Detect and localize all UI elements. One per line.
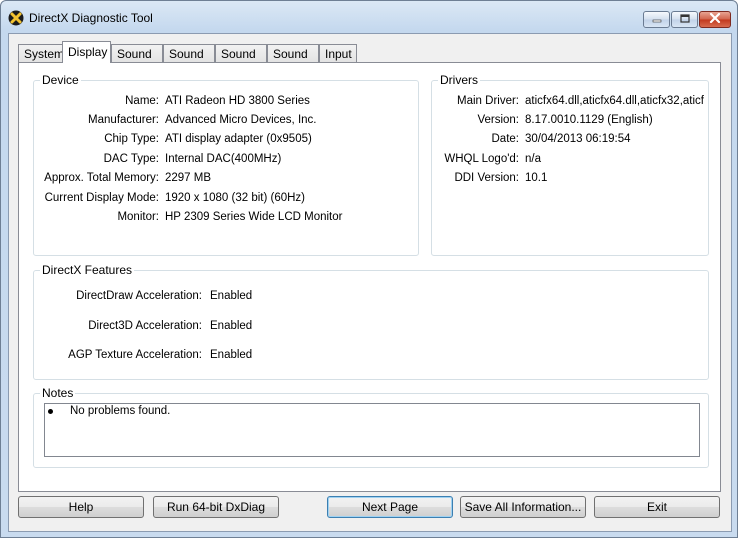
directdraw-row: DirectDraw Acceleration: Enabled xyxy=(34,288,634,304)
client-area: System Display Sound 1 Sound 2 Sound 3 S… xyxy=(8,33,732,532)
tab-input[interactable]: Input xyxy=(319,44,357,62)
features-group-title: DirectX Features xyxy=(40,263,135,277)
field-label: Manufacturer: xyxy=(88,114,159,126)
field-value: 30/04/2013 06:19:54 xyxy=(525,133,631,145)
tab-sound-2[interactable]: Sound 2 xyxy=(163,44,215,79)
save-all-information-button[interactable]: Save All Information... xyxy=(460,496,586,518)
field-label: Chip Type: xyxy=(104,133,159,145)
driver-date-row: Date: 30/04/2013 06:19:54 xyxy=(432,131,706,147)
field-value: HP 2309 Series Wide LCD Monitor xyxy=(165,211,343,223)
run-64bit-dxdiag-button[interactable]: Run 64-bit DxDiag xyxy=(153,496,279,518)
field-value: Enabled xyxy=(210,290,253,302)
bullet-icon xyxy=(48,409,53,414)
tab-sound-4[interactable]: Sound 4 xyxy=(267,44,319,79)
field-label: WHQL Logo'd: xyxy=(444,153,519,165)
title-bar[interactable]: DirectX Diagnostic Tool xyxy=(1,1,737,34)
drivers-group: Drivers Main Driver: aticfx64.dll,aticfx… xyxy=(431,73,709,256)
device-chip-type-row: Chip Type: ATI display adapter (0x9505) xyxy=(34,131,414,147)
device-dac-type-row: DAC Type: Internal DAC(400MHz) xyxy=(34,151,414,167)
field-label: Approx. Total Memory: xyxy=(44,172,159,184)
field-label: Name: xyxy=(125,95,159,107)
field-label: Main Driver: xyxy=(457,95,519,107)
next-page-button[interactable]: Next Page xyxy=(327,496,453,518)
device-monitor-row: Monitor: HP 2309 Series Wide LCD Monitor xyxy=(34,209,414,225)
display-tab-panel: Device Name: ATI Radeon HD 3800 Series M… xyxy=(18,62,721,492)
agp-texture-row: AGP Texture Acceleration: Enabled xyxy=(34,347,634,363)
window-title: DirectX Diagnostic Tool xyxy=(29,11,153,25)
directx-icon xyxy=(8,10,24,26)
field-value: 8.17.0010.1129 (English) xyxy=(525,114,653,126)
maximize-icon xyxy=(679,13,690,26)
field-label: Date: xyxy=(491,133,520,145)
field-value: 2297 MB xyxy=(165,172,212,184)
notes-group-title: Notes xyxy=(40,386,76,400)
close-icon xyxy=(709,12,721,26)
field-value: 1920 x 1080 (32 bit) (60Hz) xyxy=(165,192,305,204)
maximize-button[interactable] xyxy=(671,11,698,28)
device-memory-row: Approx. Total Memory: 2297 MB xyxy=(34,170,414,186)
field-value: n/a xyxy=(525,153,541,165)
field-label: DDI Version: xyxy=(454,172,519,184)
drivers-group-title: Drivers xyxy=(438,73,480,87)
field-value: ATI Radeon HD 3800 Series xyxy=(165,95,310,107)
directx-features-group: DirectX Features DirectDraw Acceleration… xyxy=(33,263,709,380)
field-label: Direct3D Acceleration: xyxy=(88,320,202,332)
help-button[interactable]: Help xyxy=(18,496,144,518)
direct3d-row: Direct3D Acceleration: Enabled xyxy=(34,318,634,334)
device-group: Device Name: ATI Radeon HD 3800 Series M… xyxy=(33,73,419,256)
field-value: aticfx64.dll,aticfx64.dll,aticfx32,aticf xyxy=(525,95,704,107)
device-name-row: Name: ATI Radeon HD 3800 Series xyxy=(34,93,414,109)
field-label: DAC Type: xyxy=(103,153,159,165)
field-value: Enabled xyxy=(210,349,253,361)
whql-row: WHQL Logo'd: n/a xyxy=(432,151,706,167)
field-value: Advanced Micro Devices, Inc. xyxy=(165,114,317,126)
field-value: ATI display adapter (0x9505) xyxy=(165,133,312,145)
field-label: Current Display Mode: xyxy=(44,192,159,204)
close-button[interactable] xyxy=(699,11,731,28)
field-label: Version: xyxy=(477,114,519,126)
note-item: No problems found. xyxy=(70,405,171,417)
tab-sound-1[interactable]: Sound 1 xyxy=(111,44,163,79)
field-label: Monitor: xyxy=(117,211,159,223)
device-group-title: Device xyxy=(40,73,81,87)
main-driver-row: Main Driver: aticfx64.dll,aticfx64.dll,a… xyxy=(432,93,706,109)
field-value: 10.1 xyxy=(525,172,548,184)
tab-system[interactable]: System xyxy=(18,44,64,62)
tab-display[interactable]: Display xyxy=(62,41,111,63)
exit-button[interactable]: Exit xyxy=(594,496,720,518)
tab-sound-3[interactable]: Sound 3 xyxy=(215,44,267,79)
minimize-icon xyxy=(652,13,662,26)
driver-version-row: Version: 8.17.0010.1129 (English) xyxy=(432,112,706,128)
field-label: DirectDraw Acceleration: xyxy=(76,290,202,302)
device-display-mode-row: Current Display Mode: 1920 x 1080 (32 bi… xyxy=(34,190,414,206)
field-value: Enabled xyxy=(210,320,253,332)
notes-group: Notes No problems found. xyxy=(33,386,709,468)
field-value: Internal DAC(400MHz) xyxy=(165,153,282,165)
minimize-button[interactable] xyxy=(643,11,670,28)
device-manufacturer-row: Manufacturer: Advanced Micro Devices, In… xyxy=(34,112,414,128)
dxdiag-window: DirectX Diagnostic Tool System Display S… xyxy=(0,0,738,538)
ddi-version-row: DDI Version: 10.1 xyxy=(432,170,706,186)
field-label: AGP Texture Acceleration: xyxy=(68,349,202,361)
notes-list[interactable]: No problems found. xyxy=(44,403,700,457)
